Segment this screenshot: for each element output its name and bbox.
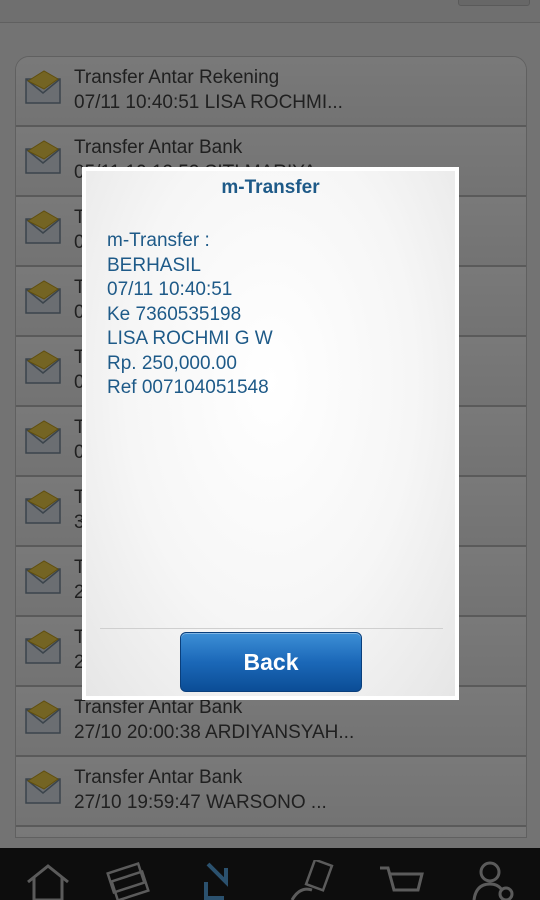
message-line: m-Transfer : — [107, 230, 210, 251]
back-button[interactable]: Back — [180, 632, 362, 692]
dialog-message: m-Transfer : BERHASIL 07/11 10:40:51 Ke … — [107, 229, 273, 401]
dialog-body: m-Transfer m-Transfer : BERHASIL 07/11 1… — [86, 171, 455, 696]
message-status: BERHASIL — [107, 254, 201, 276]
message-datetime: 07/11 10:40:51 — [107, 279, 233, 300]
message-account: Ke 7360535198 — [107, 303, 242, 325]
dialog-divider — [100, 628, 443, 629]
message-amount: Rp. 250,000.00 — [107, 352, 237, 374]
transfer-dialog: m-Transfer m-Transfer : BERHASIL 07/11 1… — [82, 167, 459, 700]
dialog-title: m-Transfer — [221, 177, 320, 198]
message-reference: Ref 007104051548 — [107, 377, 269, 398]
message-recipient: LISA ROCHMI G W — [107, 328, 273, 349]
